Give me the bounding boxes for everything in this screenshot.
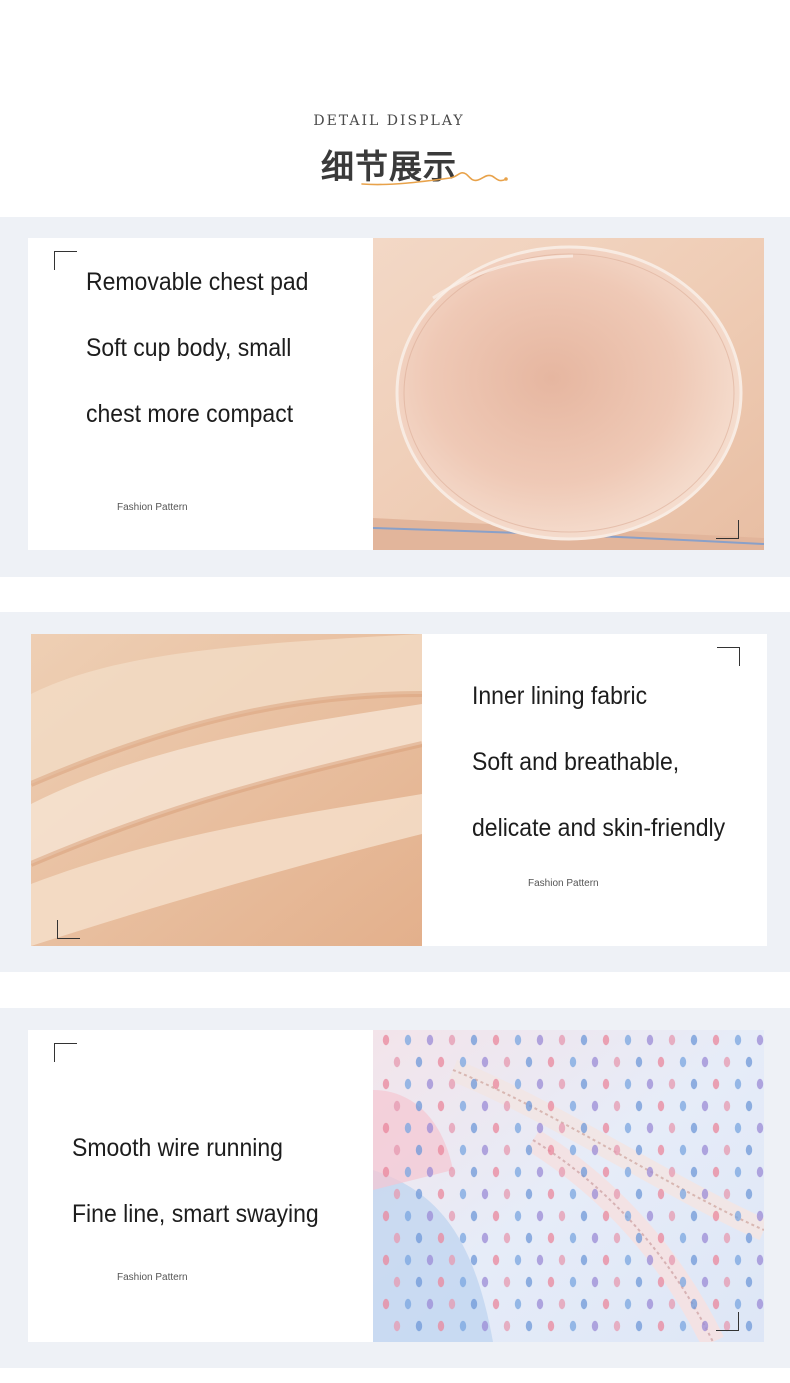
fashion-pattern-tag: Fashion Pattern [117, 1272, 188, 1283]
mesh-fabric-photo [373, 1030, 764, 1342]
corner-mark-icon [54, 1043, 77, 1062]
feature-line-3: chest more compact [86, 400, 294, 428]
feature-line-1: Removable chest pad [86, 268, 309, 296]
corner-mark-icon [57, 920, 80, 939]
feature-line-2: Fine line, smart swaying [72, 1200, 319, 1228]
feature-line-2: Soft cup body, small [86, 334, 292, 362]
corner-mark-icon [716, 520, 739, 539]
corner-mark-icon [716, 1312, 739, 1331]
decorative-squiggle-icon [361, 172, 508, 186]
header-subtitle: DETAIL DISPLAY [313, 113, 465, 129]
fashion-pattern-tag: Fashion Pattern [528, 878, 599, 889]
feature-line-2: Soft and breathable, [472, 748, 680, 776]
text-card-1: Removable chest pad Soft cup body, small… [28, 238, 373, 550]
text-card-3: Smooth wire running Fine line, smart swa… [28, 1030, 373, 1342]
page-header: DETAIL DISPLAY 细节展示 [0, 0, 790, 217]
text-card-2: Inner lining fabric Soft and breathable,… [422, 634, 767, 946]
feature-line-1: Smooth wire running [72, 1134, 283, 1162]
detail-section-1: Removable chest pad Soft cup body, small… [0, 217, 790, 577]
detail-section-3: Smooth wire running Fine line, smart swa… [0, 1008, 790, 1368]
corner-mark-icon [717, 647, 740, 666]
detail-section-2: Inner lining fabric Soft and breathable,… [0, 612, 790, 972]
feature-line-1: Inner lining fabric [472, 682, 648, 710]
feature-line-3: delicate and skin-friendly [472, 814, 726, 842]
corner-mark-icon [54, 251, 77, 270]
fashion-pattern-tag: Fashion Pattern [117, 502, 188, 513]
lining-fabric-photo [31, 634, 422, 946]
chest-pad-photo [373, 238, 764, 550]
